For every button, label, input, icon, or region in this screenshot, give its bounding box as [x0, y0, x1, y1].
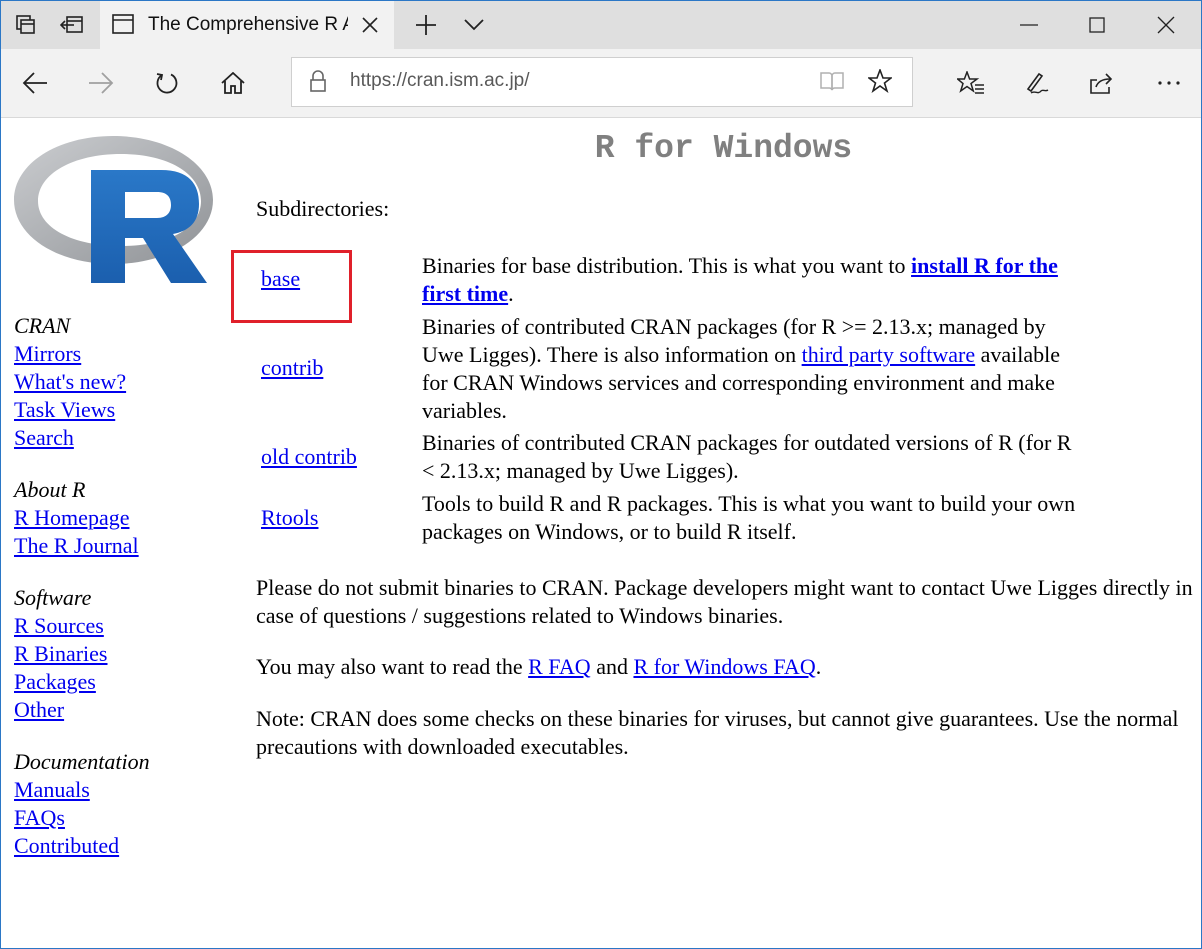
paragraph-faq: You may also want to read the R FAQ and …	[256, 653, 1196, 681]
sidebar-link-other[interactable]: Other	[14, 696, 214, 724]
tab-bar: The Comprehensive R A	[1, 1, 1201, 49]
favorites-hub-icon[interactable]	[941, 49, 1001, 117]
page-title: R for Windows	[594, 130, 853, 167]
link-old-contrib[interactable]: old contrib	[261, 443, 357, 471]
set-aside-tabs-icon[interactable]	[49, 1, 95, 49]
home-icon[interactable]	[203, 49, 263, 117]
sidebar-link-faqs[interactable]: FAQs	[14, 804, 214, 832]
desc-contrib: Binaries of contributed CRAN packages (f…	[422, 313, 1082, 425]
sidebar-link-r-sources[interactable]: R Sources	[14, 612, 214, 640]
sidebar-link-r-binaries[interactable]: R Binaries	[14, 640, 214, 668]
tab-manager-icon[interactable]	[3, 1, 49, 49]
close-icon[interactable]	[358, 13, 382, 37]
maximize-icon[interactable]	[1063, 1, 1131, 49]
desc-base: Binaries for base distribution. This is …	[422, 252, 1082, 308]
more-icon[interactable]	[1139, 49, 1199, 117]
paragraph-note: Note: CRAN does some checks on these bin…	[256, 706, 1179, 759]
sidebar-link-manuals[interactable]: Manuals	[14, 776, 214, 804]
page-icon	[112, 14, 134, 34]
refresh-icon[interactable]	[137, 49, 197, 117]
paragraph-do-not-submit: Please do not submit binaries to CRAN. P…	[256, 575, 1193, 628]
desc-base-text: Binaries for base distribution. This is …	[422, 253, 912, 278]
forward-icon[interactable]	[71, 49, 131, 117]
chevron-down-icon[interactable]	[451, 1, 497, 49]
highlight-box	[231, 250, 352, 323]
sidebar-link-contributed[interactable]: Contributed	[14, 832, 214, 860]
sidebar-link-packages[interactable]: Packages	[14, 668, 214, 696]
address-bar[interactable]: https://cran.ism.ac.jp/	[291, 57, 913, 107]
desc-old-contrib: Binaries of contributed CRAN packages fo…	[422, 430, 1072, 483]
back-icon[interactable]	[5, 49, 65, 117]
pen-icon[interactable]	[1007, 49, 1067, 117]
sidebar-link-search[interactable]: Search	[14, 424, 214, 452]
subdirectories-label: Subdirectories:	[256, 196, 390, 221]
page-content: CRAN Mirrors What's new? Task Views Sear…	[1, 118, 1201, 948]
new-tab-icon[interactable]	[403, 1, 449, 49]
reading-view-icon[interactable]	[820, 70, 844, 92]
sidebar-link-r-journal[interactable]: The R Journal	[14, 532, 214, 560]
favorite-star-icon[interactable]	[868, 69, 892, 93]
paragraph-faq-post: .	[815, 654, 822, 679]
desc-base-end: .	[508, 281, 514, 306]
paragraph-faq-mid: and	[590, 654, 634, 679]
url-text[interactable]: https://cran.ism.ac.jp/	[350, 70, 530, 92]
active-tab[interactable]: The Comprehensive R A	[100, 1, 394, 49]
desc-rtools: Tools to build R and R packages. This is…	[422, 491, 1076, 544]
navigation-bar: https://cran.ism.ac.jp/	[1, 49, 1201, 118]
sidebar-group-about: About R R Homepage The R Journal	[14, 476, 214, 560]
sidebar-link-mirrors[interactable]: Mirrors	[14, 340, 214, 368]
link-contrib[interactable]: contrib	[261, 354, 323, 382]
window-close-icon[interactable]	[1132, 1, 1200, 49]
link-r-windows-faq[interactable]: R for Windows FAQ	[633, 654, 815, 679]
tab-title: The Comprehensive R A	[148, 14, 348, 35]
sidebar-group-software: Software R Sources R Binaries Packages O…	[14, 584, 214, 724]
sidebar-heading-about: About R	[14, 477, 86, 502]
sidebar-heading-software: Software	[14, 585, 92, 610]
sidebar-heading-cran: CRAN	[14, 313, 71, 338]
sidebar-group-documentation: Documentation Manuals FAQs Contributed	[14, 748, 214, 860]
browser-window: The Comprehensive R A https://cran.ism.a…	[0, 0, 1202, 949]
sidebar-heading-documentation: Documentation	[14, 749, 150, 774]
sidebar-link-task-views[interactable]: Task Views	[14, 396, 214, 424]
link-r-faq[interactable]: R FAQ	[528, 654, 591, 679]
r-logo[interactable]	[11, 128, 215, 288]
paragraph-faq-pre: You may also want to read the	[256, 654, 529, 679]
link-rtools[interactable]: Rtools	[261, 504, 318, 532]
sidebar: CRAN Mirrors What's new? Task Views Sear…	[14, 312, 214, 884]
sidebar-link-r-homepage[interactable]: R Homepage	[14, 504, 214, 532]
lock-icon[interactable]	[310, 70, 326, 92]
sidebar-group-cran: CRAN Mirrors What's new? Task Views Sear…	[14, 312, 214, 452]
link-third-party-software[interactable]: third party software	[802, 342, 976, 367]
share-icon[interactable]	[1071, 49, 1131, 117]
minimize-icon[interactable]	[995, 1, 1063, 49]
sidebar-link-whats-new[interactable]: What's new?	[14, 368, 214, 396]
